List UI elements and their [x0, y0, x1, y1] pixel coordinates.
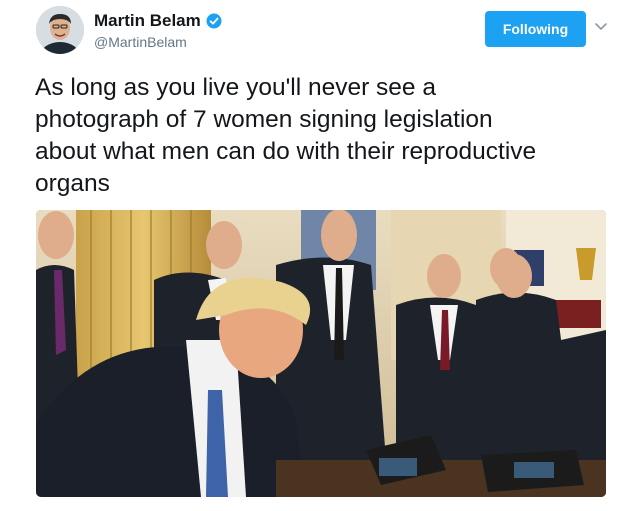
avatar-photo	[36, 6, 84, 54]
tweet-text: As long as you live you'll never see a p…	[35, 72, 615, 200]
tweet-card: Martin Belam @MartinBelam Following As l…	[0, 0, 640, 511]
verified-badge-icon	[206, 13, 222, 29]
tweet-text-line: photograph of 7 women signing legislatio…	[35, 106, 493, 133]
chevron-down-icon[interactable]	[594, 22, 608, 32]
display-name[interactable]: Martin Belam	[94, 11, 201, 31]
tweet-text-line: As long as you live you'll never see a	[35, 74, 436, 101]
author-name-row[interactable]: Martin Belam	[94, 11, 222, 31]
following-button[interactable]: Following	[485, 11, 586, 47]
tweet-text-line: organs	[35, 170, 110, 197]
user-handle[interactable]: @MartinBelam	[94, 34, 187, 50]
photo-illustration	[36, 210, 606, 497]
attached-photo[interactable]	[36, 210, 606, 497]
avatar[interactable]	[36, 6, 84, 54]
tweet-text-line: about what men can do with their reprodu…	[35, 138, 537, 165]
